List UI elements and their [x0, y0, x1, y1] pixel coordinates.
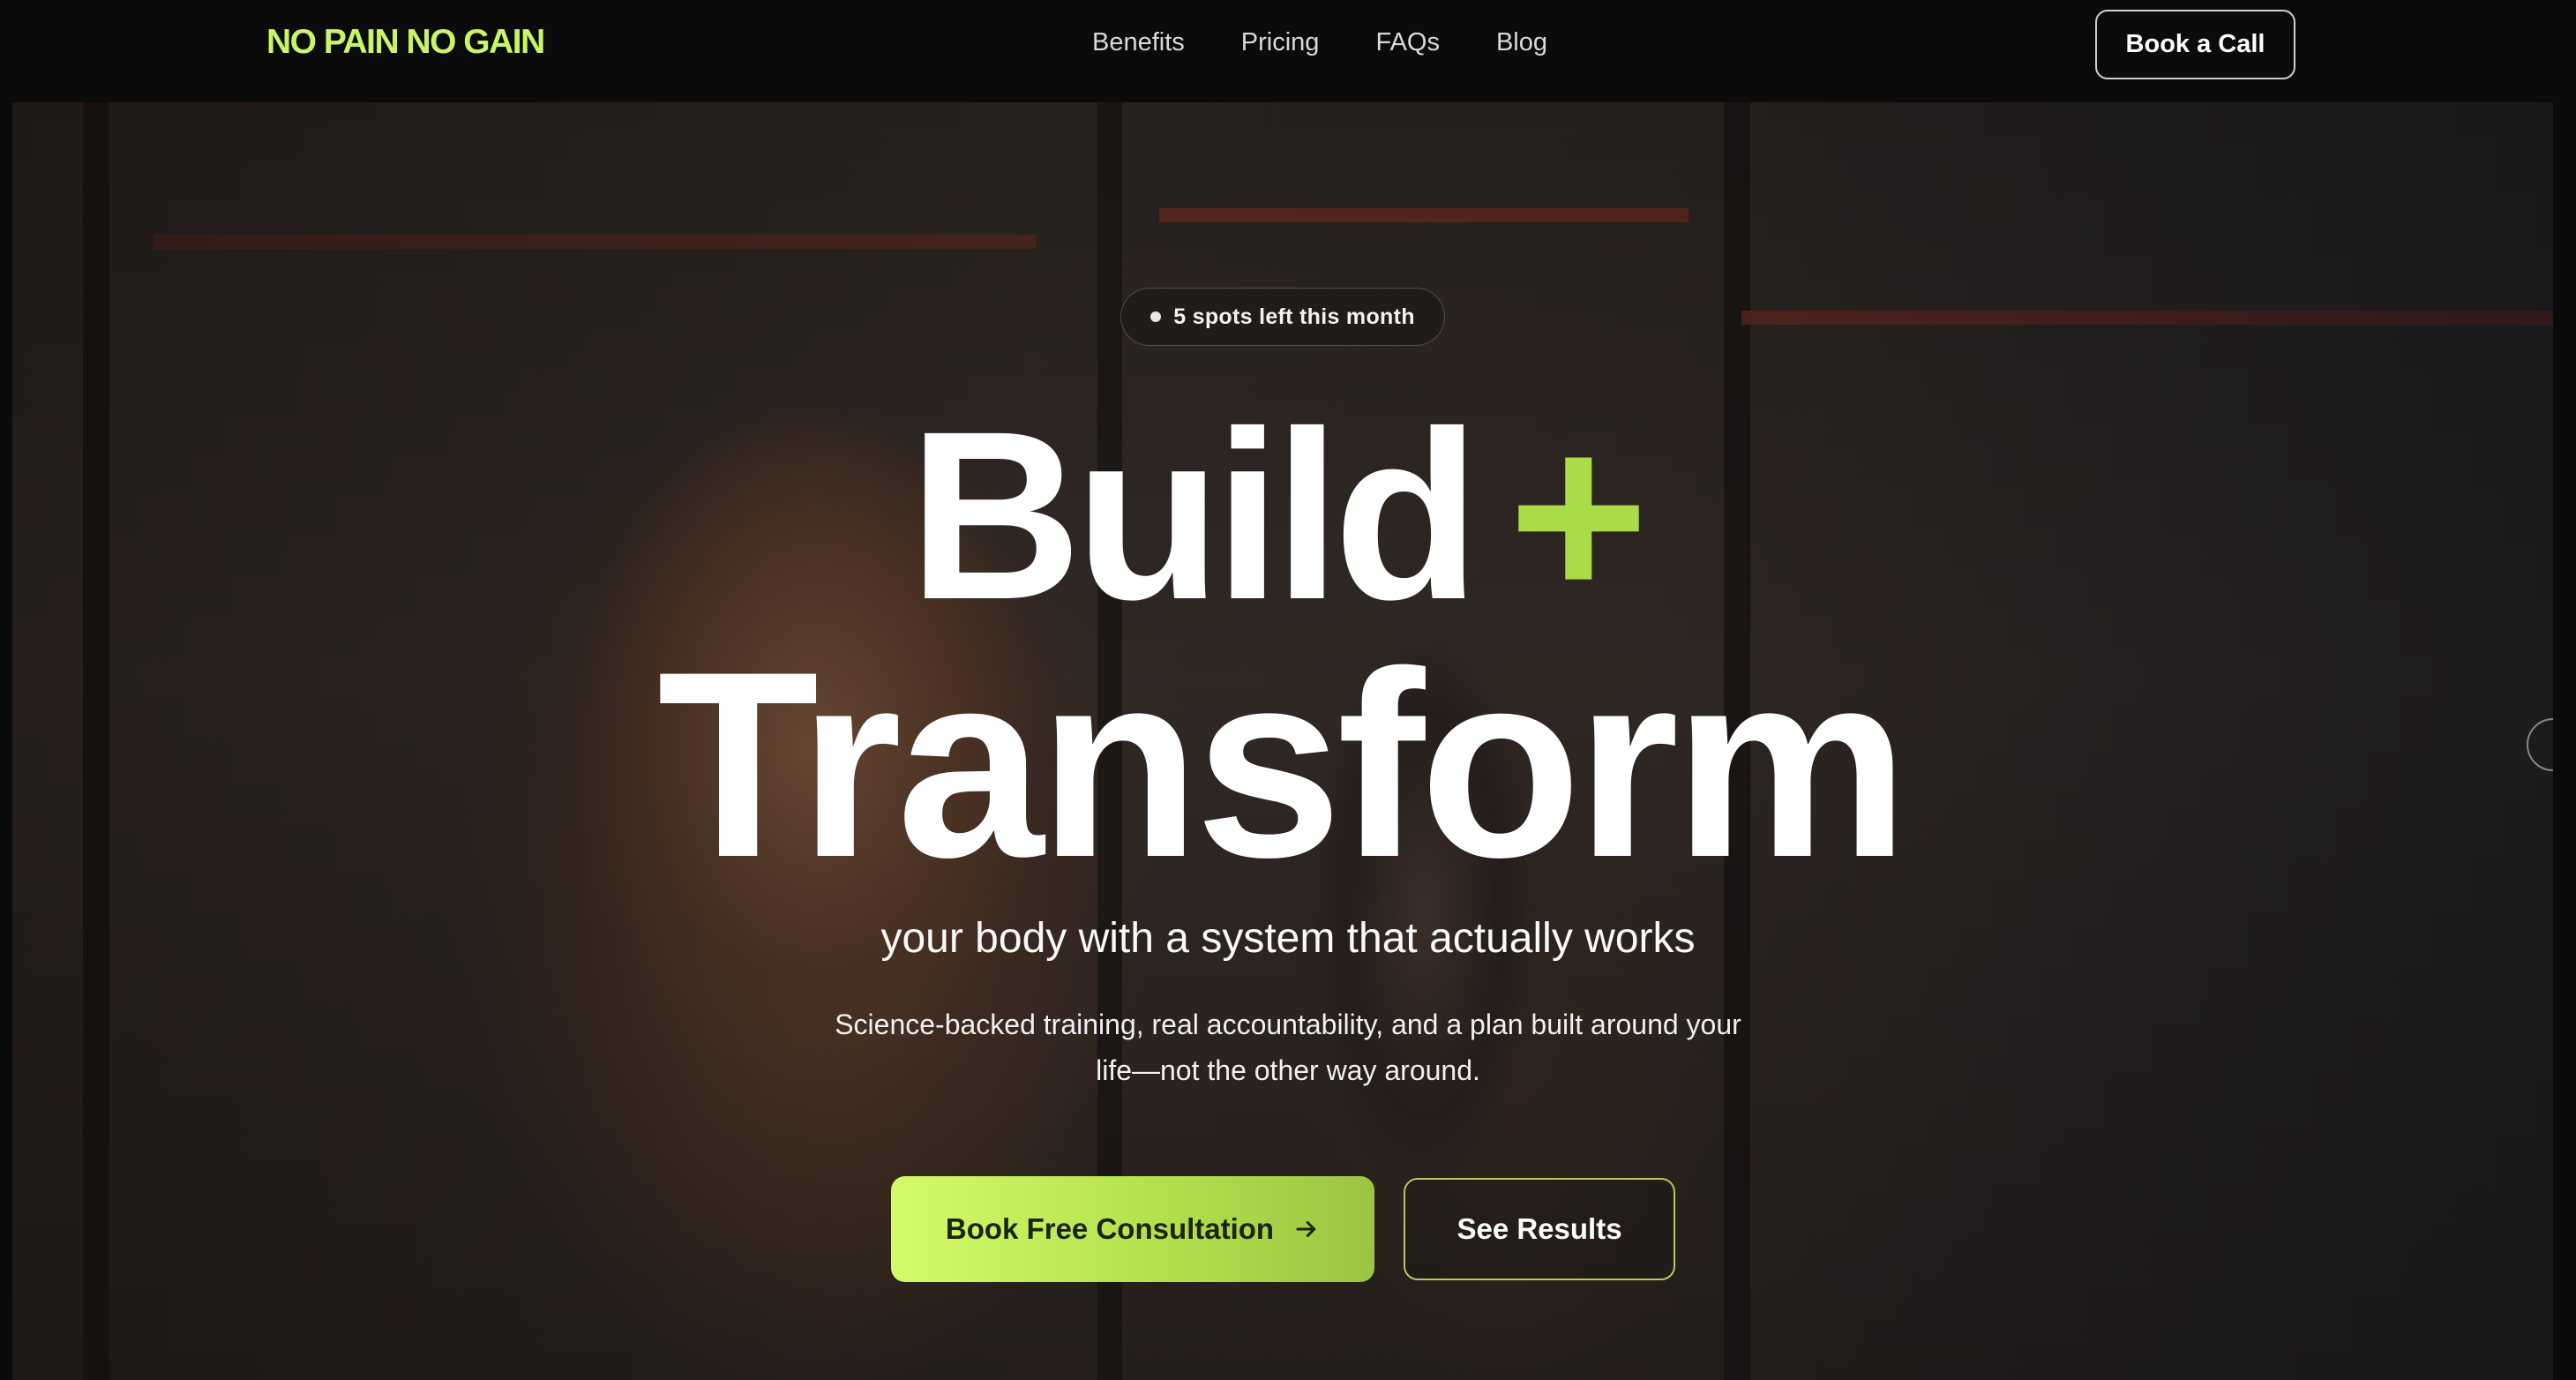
- book-a-call-button[interactable]: Book a Call: [2095, 10, 2295, 79]
- hero-subheadline: your body with a system that actually wo…: [880, 915, 1696, 962]
- nav-link-pricing[interactable]: Pricing: [1241, 28, 1320, 57]
- nav-link-benefits[interactable]: Benefits: [1092, 28, 1185, 57]
- headline-line-1: Build +: [909, 395, 1649, 635]
- book-free-consultation-button[interactable]: Book Free Consultation: [891, 1176, 1374, 1282]
- headline-word-build: Build: [909, 381, 1480, 649]
- nav-links: Benefits Pricing FAQs Blog: [1092, 28, 1547, 57]
- see-results-button[interactable]: See Results: [1404, 1178, 1675, 1280]
- badge-text: 5 spots left this month: [1173, 304, 1415, 329]
- arrow-right-icon: [1296, 1221, 1316, 1237]
- top-navigation: NO PAIN NO GAIN Benefits Pricing FAQs Bl…: [0, 0, 2576, 102]
- hero-description: Science-backed training, real accountabi…: [835, 1009, 1741, 1086]
- status-dot-icon: [1150, 311, 1162, 322]
- brand-logo[interactable]: NO PAIN NO GAIN: [266, 23, 545, 62]
- headline-line-2: Transform: [657, 616, 1909, 912]
- headline-plus-symbol: +: [1508, 381, 1649, 649]
- nav-link-blog[interactable]: Blog: [1496, 28, 1547, 57]
- availability-badge: 5 spots left this month: [1120, 288, 1445, 346]
- primary-cta-label: Book Free Consultation: [945, 1212, 1275, 1245]
- nav-link-faqs[interactable]: FAQs: [1375, 28, 1440, 57]
